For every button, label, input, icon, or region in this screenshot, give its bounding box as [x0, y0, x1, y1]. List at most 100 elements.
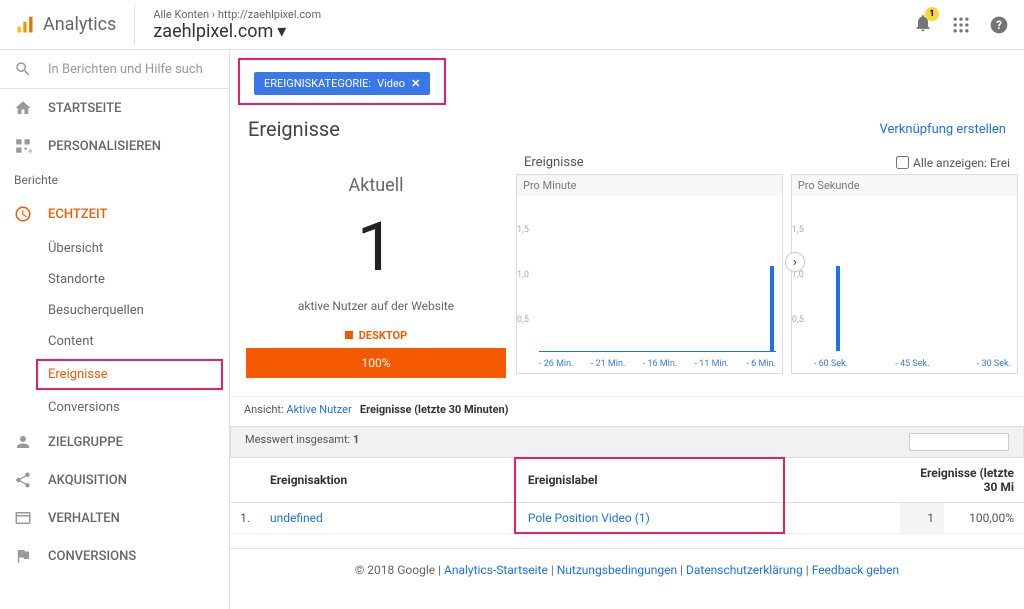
- header-divider: [134, 5, 135, 45]
- nav-sub-uebersicht[interactable]: Übersicht: [0, 233, 229, 264]
- nav-startseite-label: STARTSEITE: [48, 101, 121, 116]
- x-tick: - 60 Sek.: [814, 359, 848, 369]
- nav-echtzeit[interactable]: ECHTZEIT: [0, 195, 229, 233]
- nav-sub-conversions[interactable]: Conversions: [0, 392, 229, 423]
- row-count: 1: [900, 502, 944, 533]
- nav-verhalten[interactable]: VERHALTEN: [0, 499, 229, 537]
- device-bar: 100%: [246, 348, 506, 378]
- nav-section-berichte: Berichte: [0, 165, 229, 195]
- property-name[interactable]: zaehlpixel.com ▾: [153, 21, 321, 42]
- account-selector[interactable]: Alle Konten › http://zaehlpixel.com zaeh…: [153, 8, 321, 42]
- filter-chip-key: EREIGNISKATEGORIE:: [264, 77, 371, 90]
- property-name-text: zaehlpixel.com: [153, 21, 273, 42]
- chart-per-second: Pro Sekunde 1,5 1,0 0,5 - 60 Sek. - 45 S…: [791, 174, 1018, 374]
- y-tick: 1,0: [517, 270, 529, 280]
- analytics-logo-icon: [15, 15, 35, 35]
- filter-chip[interactable]: EREIGNISKATEGORIE: Video ✕: [254, 72, 430, 95]
- chart1-xaxis: - 26 Min. - 21 Min. - 16 Min. - 11 Min. …: [539, 359, 776, 369]
- nav-sub-content[interactable]: Content: [0, 326, 229, 357]
- row-action-link[interactable]: undefined: [270, 511, 323, 525]
- nav-zielgruppe[interactable]: ZIELGRUPPE: [0, 423, 229, 461]
- search-icon: [14, 60, 32, 78]
- behavior-icon: [14, 509, 32, 527]
- chart-baseline: [539, 351, 776, 352]
- nav-startseite[interactable]: STARTSEITE: [0, 89, 229, 127]
- footer-link-feedback[interactable]: Feedback geben: [812, 563, 899, 577]
- metrics-summary-bar: Messwert insgesamt: 1: [230, 426, 1024, 458]
- chart-per-minute: Pro Minute 1,5 1,0 0,5 - 26 Min. - 21 Mi…: [516, 174, 783, 374]
- nav-akquisition[interactable]: AKQUISITION: [0, 461, 229, 499]
- clock-icon: [14, 205, 32, 223]
- chart2-xaxis: - 60 Sek. - 45 Sek. - 30 Sek.: [814, 359, 1011, 369]
- y-tick: 1,5: [517, 225, 529, 235]
- nav-sub-besucherquellen[interactable]: Besucherquellen: [0, 295, 229, 326]
- y-tick: 1,5: [792, 225, 804, 235]
- header-actions: 1 ?: [913, 13, 1009, 37]
- home-icon: [14, 99, 32, 117]
- chevron-down-icon: ▾: [277, 21, 286, 42]
- notifications-button[interactable]: 1: [913, 13, 933, 37]
- charts-title: Ereignisse: [524, 155, 584, 170]
- col-events[interactable]: Ereignisse (letzte 30 Mi: [900, 458, 1024, 503]
- device-legend: DESKTOP: [246, 329, 506, 342]
- sidebar-search[interactable]: In Berichten und Hilfe such: [0, 50, 229, 89]
- row-label-link[interactable]: Pole Position Video (1): [528, 511, 650, 525]
- nav-conversions[interactable]: CONVERSIONS: [0, 537, 229, 575]
- search-placeholder: In Berichten und Hilfe such: [48, 62, 203, 77]
- flag-icon: [14, 547, 32, 565]
- show-all-checkbox[interactable]: Alle anzeigen: Erei: [896, 155, 1010, 170]
- legend-swatch: [345, 331, 353, 339]
- filter-chip-highlight: EREIGNISKATEGORIE: Video ✕: [238, 58, 446, 105]
- sidebar: In Berichten und Hilfe such STARTSEITE +…: [0, 50, 230, 609]
- breadcrumb-all-accounts[interactable]: Alle Konten: [153, 8, 209, 21]
- nav-sub-standorte[interactable]: Standorte: [0, 264, 229, 295]
- col-label-wrap: Ereignislabel: [516, 458, 900, 503]
- chart-expand-button[interactable]: ›: [785, 252, 805, 272]
- breadcrumb-property[interactable]: http://zaehlpixel.com: [218, 8, 321, 21]
- chart-bar: [770, 266, 774, 351]
- view-events-30-label: Ereignisse (letzte 30 Minuten): [360, 403, 509, 416]
- ga-logo[interactable]: Analytics: [15, 14, 116, 35]
- nav-echtzeit-label: ECHTZEIT: [48, 207, 107, 222]
- footer-link-privacy[interactable]: Datenschutzerklärung: [686, 563, 803, 577]
- show-all-input[interactable]: [896, 156, 909, 169]
- table-search-input[interactable]: [909, 433, 1009, 451]
- x-tick: - 11 Min.: [695, 359, 729, 369]
- footer-copyright: © 2018 Google: [355, 563, 435, 577]
- realtime-panels: Aktuell 1 aktive Nutzer auf der Website …: [230, 145, 1024, 396]
- active-users-subtext: aktive Nutzer auf der Website: [246, 299, 506, 313]
- view-label: Ansicht:: [244, 403, 284, 416]
- metrics-label: Messwert insgesamt:: [245, 433, 350, 446]
- create-link-button[interactable]: Verknüpfung erstellen: [880, 122, 1006, 137]
- help-icon[interactable]: ?: [989, 15, 1009, 35]
- nav-sub-ereignisse[interactable]: Ereignisse: [36, 359, 223, 390]
- chart-per-minute-title: Pro Minute: [517, 175, 782, 196]
- nav-conversions-label: CONVERSIONS: [48, 549, 136, 564]
- y-tick: 0,5: [517, 315, 529, 325]
- share-icon: [14, 471, 32, 489]
- table-row: 1. undefined Pole Position Video (1) 1 1…: [230, 502, 1024, 533]
- x-tick: - 45 Sek.: [895, 359, 929, 369]
- col-label[interactable]: Ereignislabel: [526, 473, 600, 487]
- main-content: EREIGNISKATEGORIE: Video ✕ Ereignisse Ve…: [230, 50, 1024, 609]
- apps-icon[interactable]: [951, 15, 971, 35]
- device-legend-label: DESKTOP: [359, 329, 407, 342]
- view-active-users-link[interactable]: Aktive Nutzer: [286, 403, 351, 416]
- nav-personalisieren-label: PERSONALISIEREN: [48, 139, 161, 154]
- footer-link-home[interactable]: Analytics-Startseite: [444, 563, 548, 577]
- close-icon[interactable]: ✕: [411, 77, 420, 90]
- row-label-highlight: Pole Position Video (1): [526, 511, 652, 525]
- metrics-value: 1: [353, 433, 359, 446]
- events-table: Ereignisaktion Ereignislabel Ereignisse …: [230, 458, 1024, 534]
- x-tick: - 30 Sek.: [977, 359, 1011, 369]
- x-tick: - 6 Min.: [746, 359, 775, 369]
- active-users-count: 1: [246, 210, 506, 285]
- show-all-label: Alle anzeigen: Erei: [913, 156, 1010, 170]
- nav-personalisieren[interactable]: + PERSONALISIEREN: [0, 127, 229, 165]
- footer-link-terms[interactable]: Nutzungsbedingungen: [557, 563, 677, 577]
- col-action[interactable]: Ereignisaktion: [260, 458, 516, 503]
- app-header: Analytics Alle Konten › http://zaehlpixe…: [0, 0, 1024, 50]
- filter-chip-value: Video: [377, 77, 405, 90]
- svg-text:+: +: [28, 147, 32, 156]
- y-tick: 0,5: [792, 315, 804, 325]
